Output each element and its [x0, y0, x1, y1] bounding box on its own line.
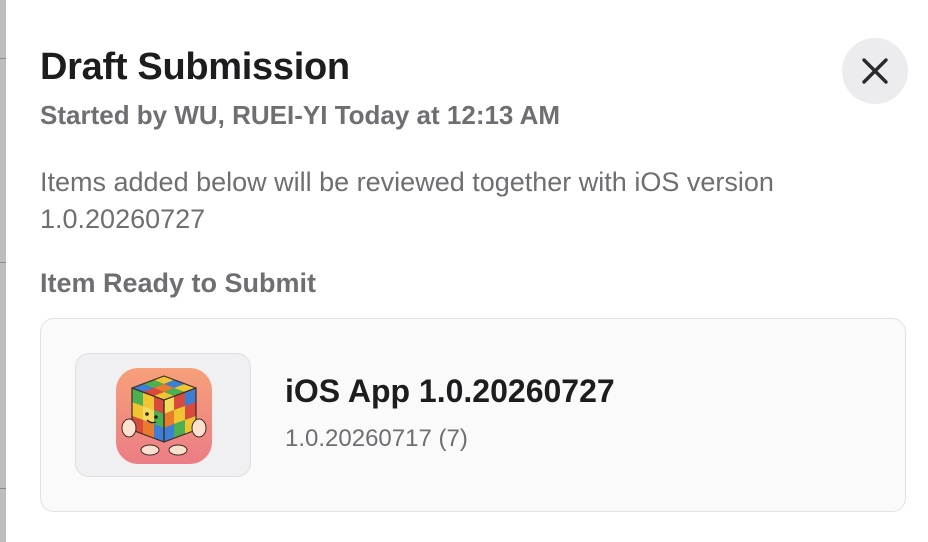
close-button[interactable]	[842, 38, 908, 104]
dialog-subtitle: Started by WU, RUEI-YI Today at 12:13 AM	[40, 100, 561, 130]
rubiks-cube-app-icon	[116, 368, 212, 464]
item-build-number: 1.0.20260717 (7)	[285, 425, 468, 452]
close-icon	[862, 58, 888, 84]
draft-submission-dialog: Draft Submission Started by WU, RUEI-YI …	[6, 0, 928, 542]
item-title: iOS App 1.0.20260727	[285, 373, 615, 409]
submission-item-card[interactable]: iOS App 1.0.20260727 1.0.20260717 (7)	[40, 318, 906, 512]
dialog-title: Draft Submission	[40, 46, 350, 88]
app-icon-tile	[75, 353, 251, 477]
dialog-description: Items added below will be reviewed toget…	[40, 167, 774, 234]
section-heading: Item Ready to Submit	[40, 268, 317, 298]
